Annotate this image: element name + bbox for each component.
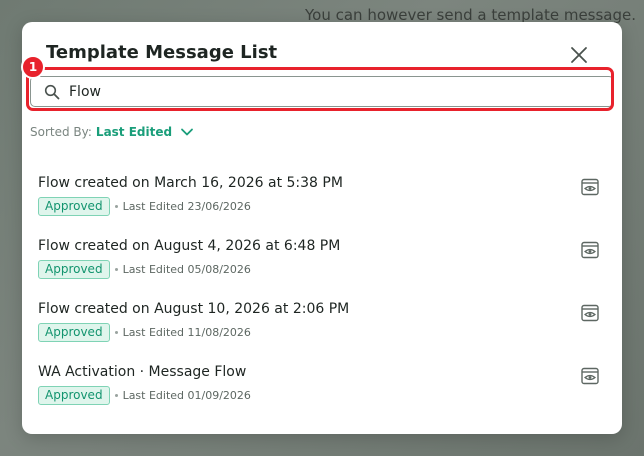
list-item[interactable]: Flow created on March 16, 2026 at 5:38 P… [38,175,608,238]
preview-button[interactable] [580,366,600,386]
last-edited-text: Last Edited 01/09/2026 [122,389,251,402]
last-edited-text: Last Edited 23/06/2026 [122,200,251,213]
sort-value[interactable]: Last Edited [96,125,172,139]
close-button[interactable] [568,44,590,66]
separator-dot [114,331,118,334]
template-message-list-modal: Template Message List 1 Sorted By: Last … [21,22,622,434]
chevron-down-icon[interactable] [180,125,194,139]
last-edited-text: Last Edited 05/08/2026 [122,263,251,276]
modal-title: Template Message List [46,42,278,63]
search-highlight-annotation: 1 [21,55,614,111]
preview-icon [581,304,599,322]
template-list: Flow created on March 16, 2026 at 5:38 P… [38,175,608,427]
template-title: Flow created on August 10, 2026 at 2:06 … [38,301,350,317]
last-edited-text: Last Edited 11/08/2026 [122,326,251,339]
separator-dot [114,205,118,208]
preview-button[interactable] [580,303,600,323]
list-item[interactable]: Flow created on August 4, 2026 at 6:48 P… [38,238,608,301]
close-icon [571,47,587,63]
list-item[interactable]: WA Activation · Message Flow Approved La… [38,364,608,427]
template-title: Flow created on March 16, 2026 at 5:38 P… [38,175,343,191]
template-title: WA Activation · Message Flow [38,364,247,380]
template-meta: Approved Last Edited 23/06/2026 [38,197,251,216]
annotation-badge: 1 [21,55,45,79]
status-badge: Approved [38,386,110,405]
preview-icon [581,367,599,385]
status-badge: Approved [38,197,110,216]
preview-icon [581,178,599,196]
preview-button[interactable] [580,240,600,260]
status-badge: Approved [38,323,110,342]
template-title: Flow created on August 4, 2026 at 6:48 P… [38,238,341,254]
sort-label: Sorted By: [30,125,92,139]
status-badge: Approved [38,260,110,279]
template-meta: Approved Last Edited 01/09/2026 [38,386,251,405]
template-meta: Approved Last Edited 11/08/2026 [38,323,251,342]
template-meta: Approved Last Edited 05/08/2026 [38,260,251,279]
sort-control: Sorted By: Last Edited [30,125,194,139]
list-item[interactable]: Flow created on August 10, 2026 at 2:06 … [38,301,608,364]
preview-icon [581,241,599,259]
separator-dot [114,394,118,397]
separator-dot [114,268,118,271]
preview-button[interactable] [580,177,600,197]
